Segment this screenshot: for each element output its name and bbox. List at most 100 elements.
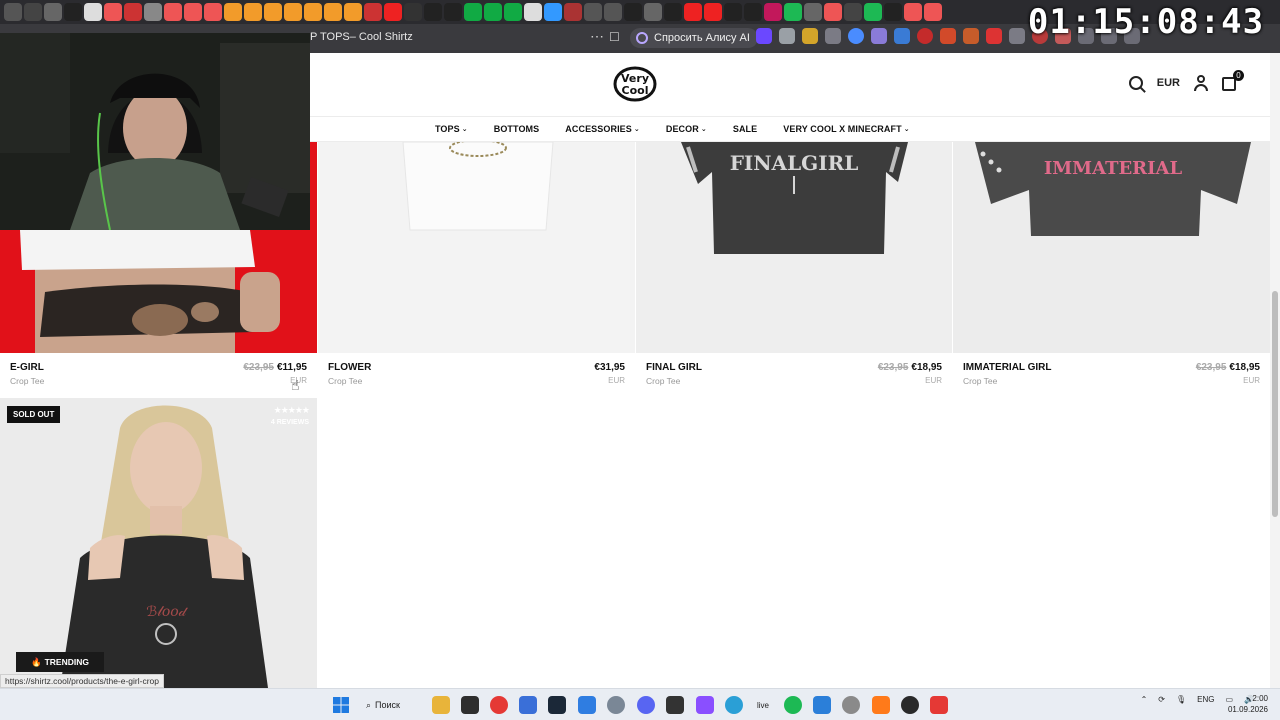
product-card-flower[interactable]: FLOWER Crop Tee €31,95 EUR xyxy=(318,362,635,402)
product-name[interactable]: E-GIRL xyxy=(10,362,44,373)
browser-tab-icon[interactable] xyxy=(324,3,342,21)
file-explorer-icon[interactable] xyxy=(432,696,450,714)
obs-icon[interactable] xyxy=(842,696,860,714)
scrollbar-thumb[interactable] xyxy=(1272,291,1278,517)
product-name[interactable]: FLOWER xyxy=(328,362,371,373)
browser-tab-icon[interactable] xyxy=(684,3,702,21)
extension-icon[interactable] xyxy=(779,28,795,44)
nav-item-decor[interactable]: DECOR ⌄ xyxy=(666,124,707,134)
browser-tab-icon[interactable] xyxy=(204,3,222,21)
extension-icon[interactable] xyxy=(848,28,864,44)
search-app-icon[interactable] xyxy=(872,696,890,714)
currency-selector[interactable]: EUR xyxy=(1157,77,1180,89)
page-scrollbar[interactable] xyxy=(1270,53,1280,688)
nav-item-bottoms[interactable]: BOTTOMS xyxy=(494,124,540,134)
browser-tab-icon[interactable] xyxy=(744,3,762,21)
nav-item-very-cool-x-minecraft[interactable]: VERY COOL X MINECRAFT ⌄ xyxy=(783,124,909,134)
nav-item-sale[interactable]: SALE xyxy=(733,124,757,134)
browser-tab-icon[interactable] xyxy=(824,3,842,21)
browser-tab-icon[interactable] xyxy=(904,3,922,21)
browser-tab-icon[interactable] xyxy=(144,3,162,21)
browser-tab-icon[interactable] xyxy=(624,3,642,21)
browser-tab-icon[interactable] xyxy=(344,3,362,21)
live-app-icon[interactable]: live xyxy=(754,696,772,714)
extension-icon[interactable] xyxy=(871,28,887,44)
extension-icon[interactable] xyxy=(986,28,1002,44)
extension-icon[interactable] xyxy=(917,28,933,44)
browser-tab-icon[interactable] xyxy=(24,3,42,21)
browser-tab-icon[interactable] xyxy=(804,3,822,21)
browser-tab-icon[interactable] xyxy=(524,3,542,21)
browser-tab-icon[interactable] xyxy=(104,3,122,21)
browser-tab-icon[interactable] xyxy=(364,3,382,21)
browser-tab-icon[interactable] xyxy=(864,3,882,21)
browser-tab-icon[interactable] xyxy=(604,3,622,21)
browser-tab-icon[interactable] xyxy=(564,3,582,21)
browser-tab-icon[interactable] xyxy=(384,3,402,21)
browser-tab-icon[interactable] xyxy=(544,3,562,21)
product-image-trending[interactable]: ℬ𝓁𝑜𝑜𝒹 SOLD OUT ★★★★★ 4 REVIEWS xyxy=(0,398,317,688)
product-name[interactable]: FINAL GIRL xyxy=(646,362,702,373)
yandex-browser-icon[interactable] xyxy=(490,696,508,714)
taskbar-search[interactable]: ⌕ Поиск xyxy=(366,695,418,715)
bookmark-icon[interactable]: ☐ xyxy=(609,30,620,44)
browser-tab-icon[interactable] xyxy=(464,3,482,21)
browser-tab-icon[interactable] xyxy=(424,3,442,21)
product-image-final-girl[interactable]: FINALGIRL xyxy=(636,142,952,353)
browser-tab-icon[interactable] xyxy=(764,3,782,21)
browser-tab-icon[interactable] xyxy=(504,3,522,21)
reviews-count[interactable]: 4 REVIEWS xyxy=(271,419,309,426)
browser-tab-icon[interactable] xyxy=(844,3,862,21)
app-icon[interactable] xyxy=(666,696,684,714)
browser-tab-icon[interactable] xyxy=(84,3,102,21)
browser-tab-icon[interactable] xyxy=(244,3,262,21)
browser-tab-icon[interactable] xyxy=(264,3,282,21)
extension-icon[interactable] xyxy=(756,28,772,44)
browser-tab-icon[interactable] xyxy=(724,3,742,21)
product-image-immaterial-girl[interactable]: IMMATERIAL xyxy=(953,142,1270,353)
spotify-icon[interactable] xyxy=(784,696,802,714)
nav-item-accessories[interactable]: ACCESSORIES ⌄ xyxy=(565,124,640,134)
twitch-icon[interactable] xyxy=(696,696,714,714)
browser-tab-icon[interactable] xyxy=(404,3,422,21)
browser-tab-icon[interactable] xyxy=(644,3,662,21)
browser-tab-icon[interactable] xyxy=(304,3,322,21)
extension-icon[interactable] xyxy=(825,28,841,44)
browser-tab-icon[interactable] xyxy=(224,3,242,21)
nav-item-tops[interactable]: TOPS ⌄ xyxy=(435,124,468,134)
taskbar-clock[interactable]: 2:00 01.09.2026 xyxy=(1228,693,1268,715)
browser-tab-icon[interactable] xyxy=(184,3,202,21)
browser-tab-icon[interactable] xyxy=(4,3,22,21)
very-cool-logo[interactable]: Very Cool xyxy=(613,65,657,103)
store-icon[interactable] xyxy=(519,696,537,714)
mic-icon[interactable]: 🎙 xyxy=(1176,695,1186,704)
windows-start-icon[interactable] xyxy=(332,696,350,714)
browser-tab-icon[interactable] xyxy=(584,3,602,21)
product-card-final-girl[interactable]: FINAL GIRL Crop Tee €23,95 €18,95 EUR xyxy=(636,362,952,402)
browser-tab-icon[interactable] xyxy=(444,3,462,21)
telegram-icon[interactable] xyxy=(725,696,743,714)
browser-tab-icon[interactable] xyxy=(704,3,722,21)
product-card-e-girl[interactable]: E-GIRL Crop Tee €23,95 €11,95 EUR xyxy=(0,362,317,402)
extension-icon[interactable] xyxy=(802,28,818,44)
browser-tab-icon[interactable] xyxy=(924,3,942,21)
trending-chip[interactable]: 🔥 TRENDING xyxy=(16,652,104,672)
chatgpt-icon[interactable] xyxy=(901,696,919,714)
alice-ai-button[interactable]: Спросить Алису AI xyxy=(630,28,758,48)
browser-tab-icon[interactable] xyxy=(164,3,182,21)
account-icon[interactable] xyxy=(1194,75,1208,91)
steam-icon[interactable] xyxy=(548,696,566,714)
more-menu-icon[interactable]: ⋯ xyxy=(590,28,604,45)
search-icon[interactable] xyxy=(1128,76,1143,90)
browser-tab-icon[interactable] xyxy=(664,3,682,21)
extension-icon[interactable] xyxy=(894,28,910,44)
browser-tab-icon[interactable] xyxy=(44,3,62,21)
browser-tab-icon[interactable] xyxy=(124,3,142,21)
notes-icon[interactable] xyxy=(578,696,596,714)
vpn-icon[interactable] xyxy=(813,696,831,714)
browser-tab-icon[interactable] xyxy=(284,3,302,21)
product-card-immaterial-girl[interactable]: IMMATERIAL GIRL Crop Tee €23,95 €18,95 E… xyxy=(953,362,1270,402)
language-indicator[interactable]: ENG xyxy=(1197,695,1214,704)
cart-icon[interactable]: 0 xyxy=(1222,70,1244,91)
browser-tab-icon[interactable] xyxy=(784,3,802,21)
